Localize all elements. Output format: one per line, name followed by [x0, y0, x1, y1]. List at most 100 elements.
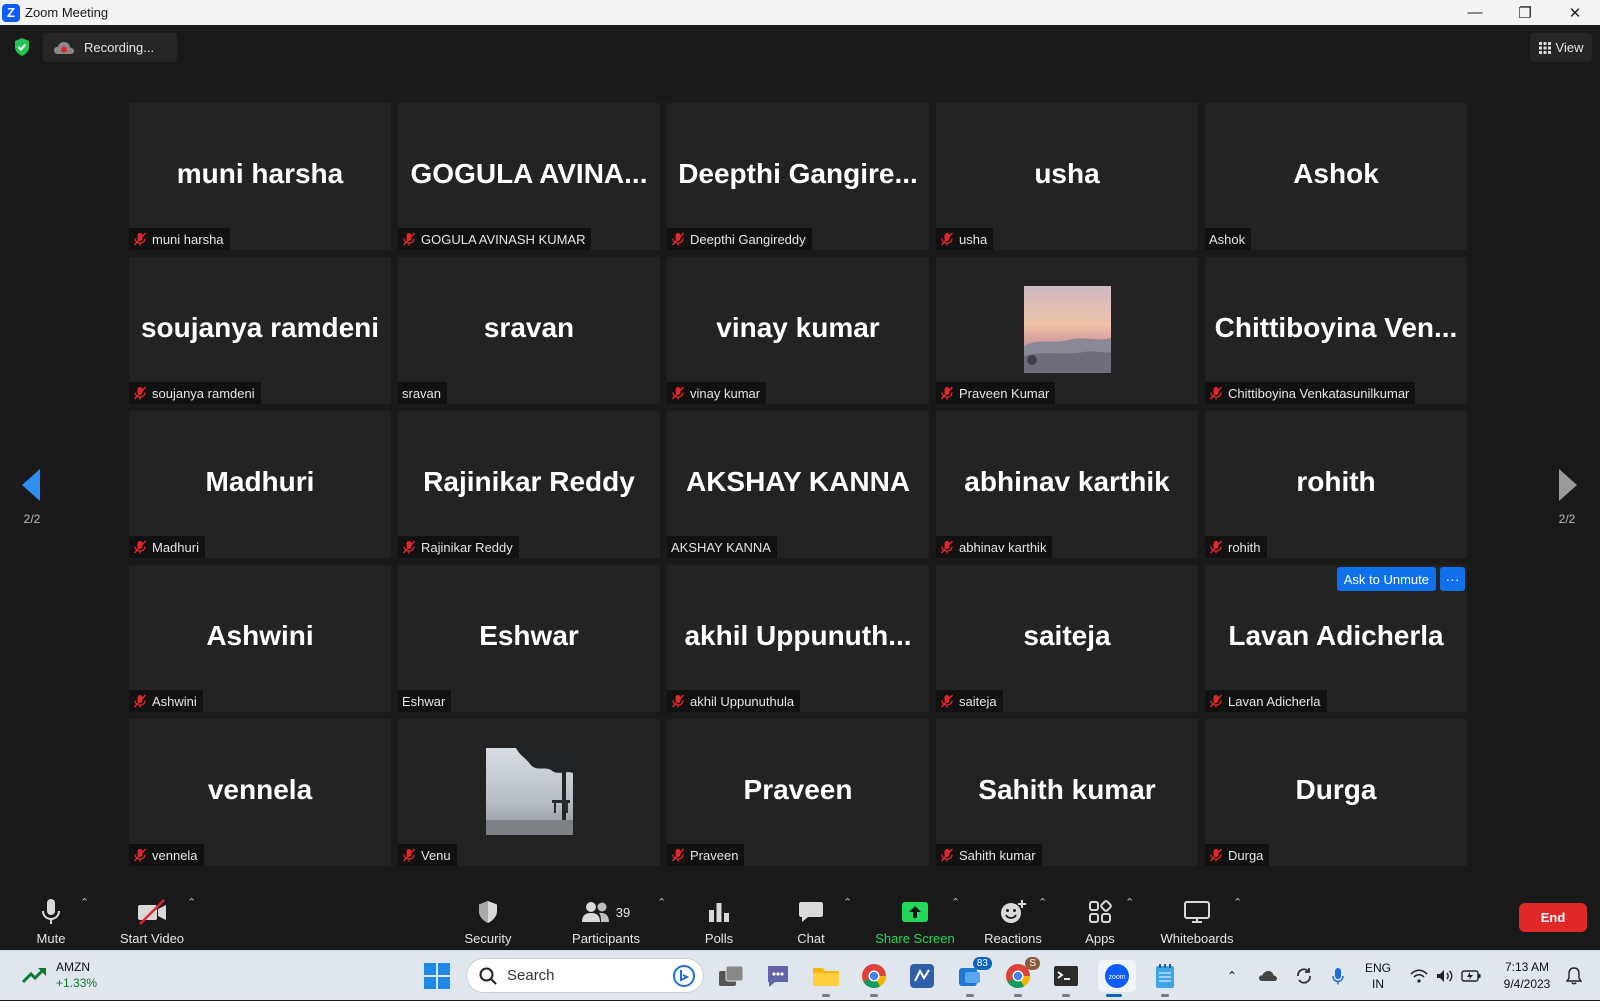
participant-tile[interactable]: Chittiboyina Ven... Chittiboyina Venkatas… — [1205, 257, 1467, 404]
participant-tile[interactable]: Ashwini Ashwini — [129, 565, 391, 712]
participant-name-tag: AKSHAY KANNA — [667, 536, 777, 558]
apps-options-caret[interactable]: ⌃ — [1125, 896, 1134, 909]
chrome-profile-app[interactable]: S — [1002, 957, 1040, 997]
language-indicator[interactable]: ENG IN — [1360, 951, 1396, 1001]
ask-to-unmute-button[interactable]: Ask to Unmute — [1336, 567, 1436, 591]
participant-name-tag: akhil Uppunuthula — [667, 690, 801, 712]
terminal-icon — [1054, 966, 1078, 986]
muted-mic-icon — [402, 848, 416, 862]
apps-label: Apps — [1085, 931, 1115, 946]
zoom-app[interactable]: zoom — [1098, 960, 1136, 997]
notepad-app[interactable] — [1149, 960, 1181, 997]
participant-tile[interactable]: abhinav karthik abhinav karthik — [936, 411, 1198, 558]
participant-tile[interactable]: Lavan Adicherla Lavan Adicherla Ask to Unm… — [1205, 565, 1467, 712]
stock-widget[interactable]: AMZN +1.33% — [22, 959, 97, 991]
muted-mic-icon — [402, 232, 416, 246]
participant-tile[interactable]: saiteja saiteja — [936, 565, 1198, 712]
participant-tile[interactable]: muni harsha muni harsha — [129, 103, 391, 250]
participant-name-label: Praveen — [690, 847, 739, 863]
sync-icon[interactable] — [1292, 951, 1316, 1001]
mute-button[interactable]: Mute — [26, 888, 76, 950]
participant-tile[interactable]: akhil Uppunuth... akhil Uppunuthula — [667, 565, 929, 712]
taskbar-clock[interactable]: 7:13 AM 9/4/2023 — [1494, 959, 1560, 993]
encryption-shield-icon[interactable] — [13, 37, 31, 57]
onedrive-cloud-icon[interactable] — [1256, 951, 1280, 1001]
participant-tile[interactable]: Sahith kumar Sahith kumar — [936, 719, 1198, 866]
muted-mic-icon — [133, 540, 147, 554]
participants-button[interactable]: 39 Participants — [566, 888, 646, 950]
battery-icon[interactable] — [1460, 951, 1482, 1001]
view-button[interactable]: View — [1530, 33, 1592, 62]
pager-right: 2/2 — [1547, 468, 1587, 526]
participant-tile[interactable]: Ashok Ashok — [1205, 103, 1467, 250]
chat-options-caret[interactable]: ⌃ — [843, 896, 852, 909]
file-explorer-app[interactable] — [810, 960, 842, 997]
participant-name-tag: Praveen Kumar — [936, 382, 1056, 404]
security-button[interactable]: Security — [456, 888, 520, 950]
app-shield-icon — [910, 964, 934, 988]
start-video-button[interactable]: Start Video — [116, 888, 188, 950]
muted-mic-icon — [671, 848, 685, 862]
participant-tile[interactable]: GOGULA AVINA... GOGULA AVINASH KUMAR — [398, 103, 660, 250]
participants-options-caret[interactable]: ⌃ — [657, 896, 666, 909]
participant-display-name: GOGULA AVINA... — [410, 158, 648, 189]
participant-tile[interactable]: usha usha — [936, 103, 1198, 250]
microphone-tray-icon[interactable] — [1326, 951, 1350, 1001]
audio-options-caret[interactable]: ⌃ — [80, 896, 89, 909]
whiteboards-options-caret[interactable]: ⌃ — [1233, 896, 1242, 909]
stock-change: +1.33% — [56, 976, 98, 990]
terminal-app[interactable] — [1050, 960, 1082, 997]
participants-icon — [581, 902, 609, 922]
close-button[interactable]: ✕ — [1550, 0, 1600, 25]
participant-tile[interactable]: Deepthi Gangire... Deepthi Gangireddy — [667, 103, 929, 250]
participant-tile[interactable]: soujanya ramdeni soujanya ramdeni — [129, 257, 391, 404]
start-button[interactable] — [421, 960, 453, 992]
video-options-caret[interactable]: ⌃ — [187, 896, 196, 909]
participant-tile[interactable]: Madhuri Madhuri — [129, 411, 391, 558]
tile-more-options-button[interactable]: ··· — [1440, 567, 1465, 591]
volume-icon[interactable] — [1434, 951, 1456, 1001]
participant-tile[interactable]: Durga Durga — [1205, 719, 1467, 866]
participant-tile[interactable]: sravan sravan — [398, 257, 660, 404]
language-region: IN — [1372, 977, 1384, 991]
chrome-app[interactable] — [858, 960, 890, 997]
teams-app[interactable]: 83 — [954, 957, 992, 997]
participant-name-label: AKSHAY KANNA — [671, 539, 771, 555]
share-options-caret[interactable]: ⌃ — [951, 896, 960, 909]
muted-mic-icon — [671, 694, 685, 708]
tray-overflow-chevron-icon[interactable]: ⌃ — [1222, 951, 1242, 1001]
teams-chat-icon — [768, 966, 788, 987]
reactions-button[interactable]: Reactions — [979, 888, 1047, 950]
participant-tile[interactable]: Praveen Praveen — [667, 719, 929, 866]
whiteboards-button[interactable]: Whiteboards — [1155, 888, 1239, 950]
participant-tile[interactable]: vennela vennela — [129, 719, 391, 866]
end-meeting-button[interactable]: End — [1519, 903, 1587, 932]
restore-button[interactable]: ❐ — [1500, 0, 1550, 25]
teams-badge: 83 — [972, 957, 992, 970]
participant-tile[interactable]: Eshwar Eshwar — [398, 565, 660, 712]
participant-name-tag: vennela — [129, 844, 204, 866]
apps-button[interactable]: Apps — [1075, 888, 1125, 950]
participant-tile[interactable]: vinay kumar vinay kumar — [667, 257, 929, 404]
notifications-icon[interactable] — [1562, 951, 1586, 1001]
reactions-options-caret[interactable]: ⌃ — [1038, 896, 1047, 909]
teams-chat-app[interactable] — [762, 960, 794, 992]
recording-indicator[interactable]: Recording... — [43, 33, 177, 62]
chat-button[interactable]: Chat — [786, 888, 836, 950]
muted-mic-icon — [1209, 540, 1223, 554]
participant-tile[interactable]: rohith rohith — [1205, 411, 1467, 558]
wifi-icon[interactable] — [1408, 951, 1430, 1001]
participant-tile[interactable]: Venu — [398, 719, 660, 866]
task-view-button[interactable] — [715, 960, 747, 992]
taskbar-search[interactable]: Search — [466, 958, 704, 993]
participant-tile[interactable]: Rajinikar Reddy Rajinikar Reddy — [398, 411, 660, 558]
vpn-app[interactable] — [906, 960, 938, 992]
participant-tile[interactable]: Praveen Kumar — [936, 257, 1198, 404]
polls-button[interactable]: Polls — [694, 888, 744, 950]
participant-name-label: Eshwar — [402, 693, 446, 709]
next-page-button[interactable] — [1547, 468, 1587, 502]
share-screen-button[interactable]: Share Screen — [872, 888, 958, 950]
previous-page-button[interactable] — [12, 468, 52, 502]
participant-tile[interactable]: AKSHAY KANNA AKSHAY KANNA — [667, 411, 929, 558]
minimize-button[interactable]: — — [1450, 0, 1500, 25]
